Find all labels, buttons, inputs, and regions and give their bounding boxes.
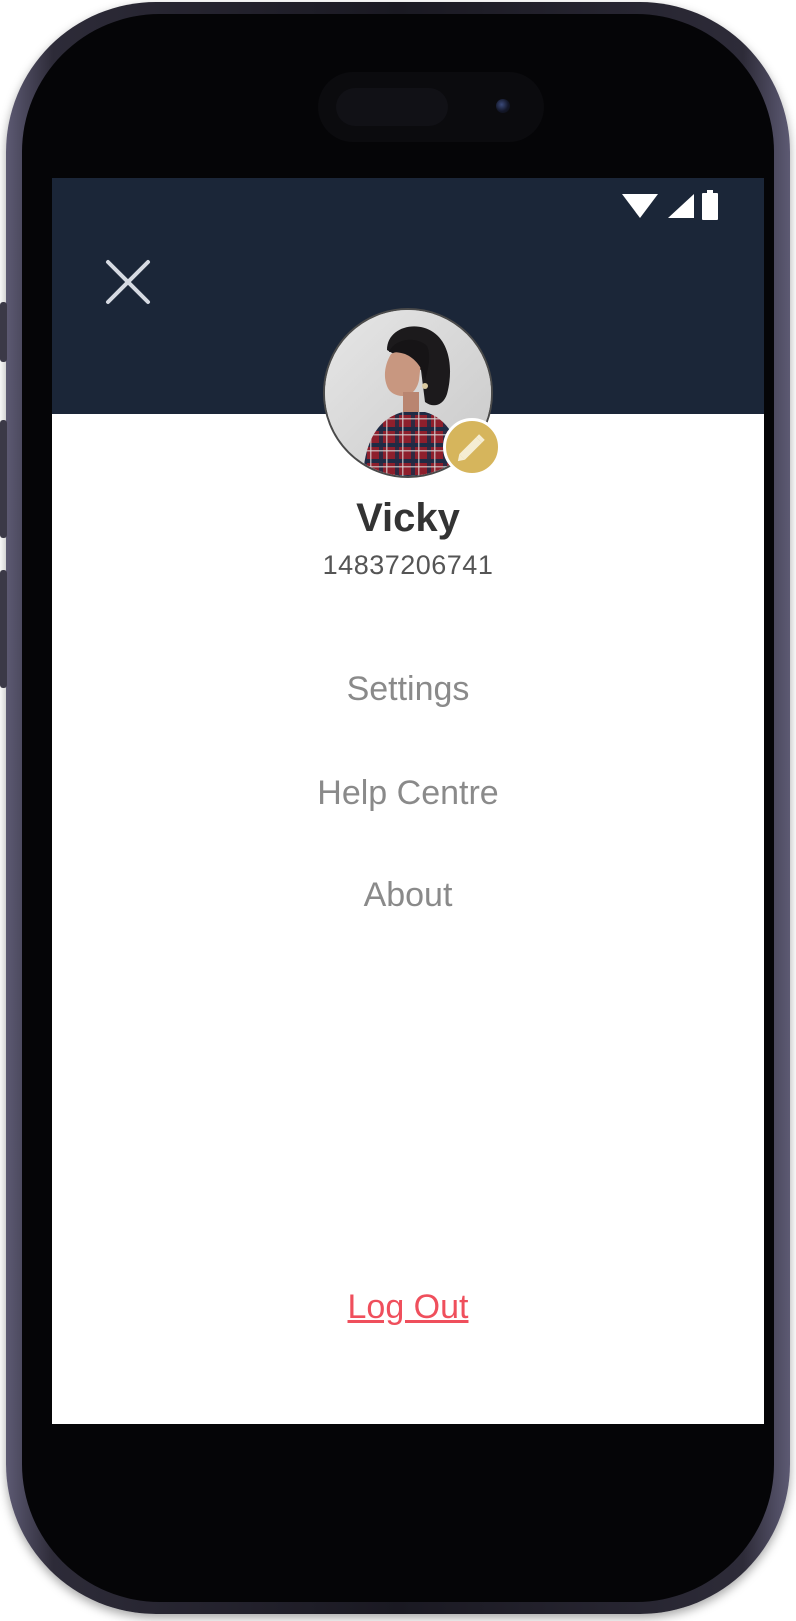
logout-link[interactable]: Log Out [52,1288,764,1327]
action-button [0,302,7,362]
cellular-signal-icon [668,194,694,218]
volume-down-button [0,570,7,688]
battery-icon [702,190,718,220]
status-bar [622,190,718,220]
user-phone-number: 14837206741 [322,550,494,580]
pencil-icon [457,434,485,462]
app-screen: Vicky 14837206741 Settings Help Centre A… [52,178,764,1424]
close-icon [106,260,150,304]
stage: Vicky 14837206741 Settings Help Centre A… [0,0,796,1621]
menu-item-help-centre[interactable]: Help Centre [52,774,764,813]
front-camera-icon [496,99,510,113]
dynamic-island [318,72,544,142]
avatar-container [323,308,501,478]
wifi-icon [622,194,658,218]
edit-avatar-button[interactable] [443,418,501,476]
menu-item-about[interactable]: About [52,876,764,915]
close-button[interactable] [102,256,154,308]
user-name: Vicky [356,496,460,540]
island-sensor [336,88,448,126]
volume-up-button [0,420,7,538]
menu-item-settings[interactable]: Settings [52,670,764,709]
